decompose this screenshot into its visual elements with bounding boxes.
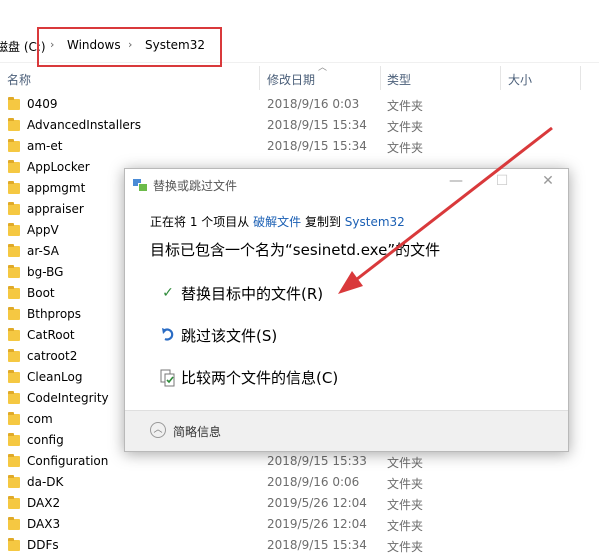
annotation-arrow [338, 126, 553, 294]
